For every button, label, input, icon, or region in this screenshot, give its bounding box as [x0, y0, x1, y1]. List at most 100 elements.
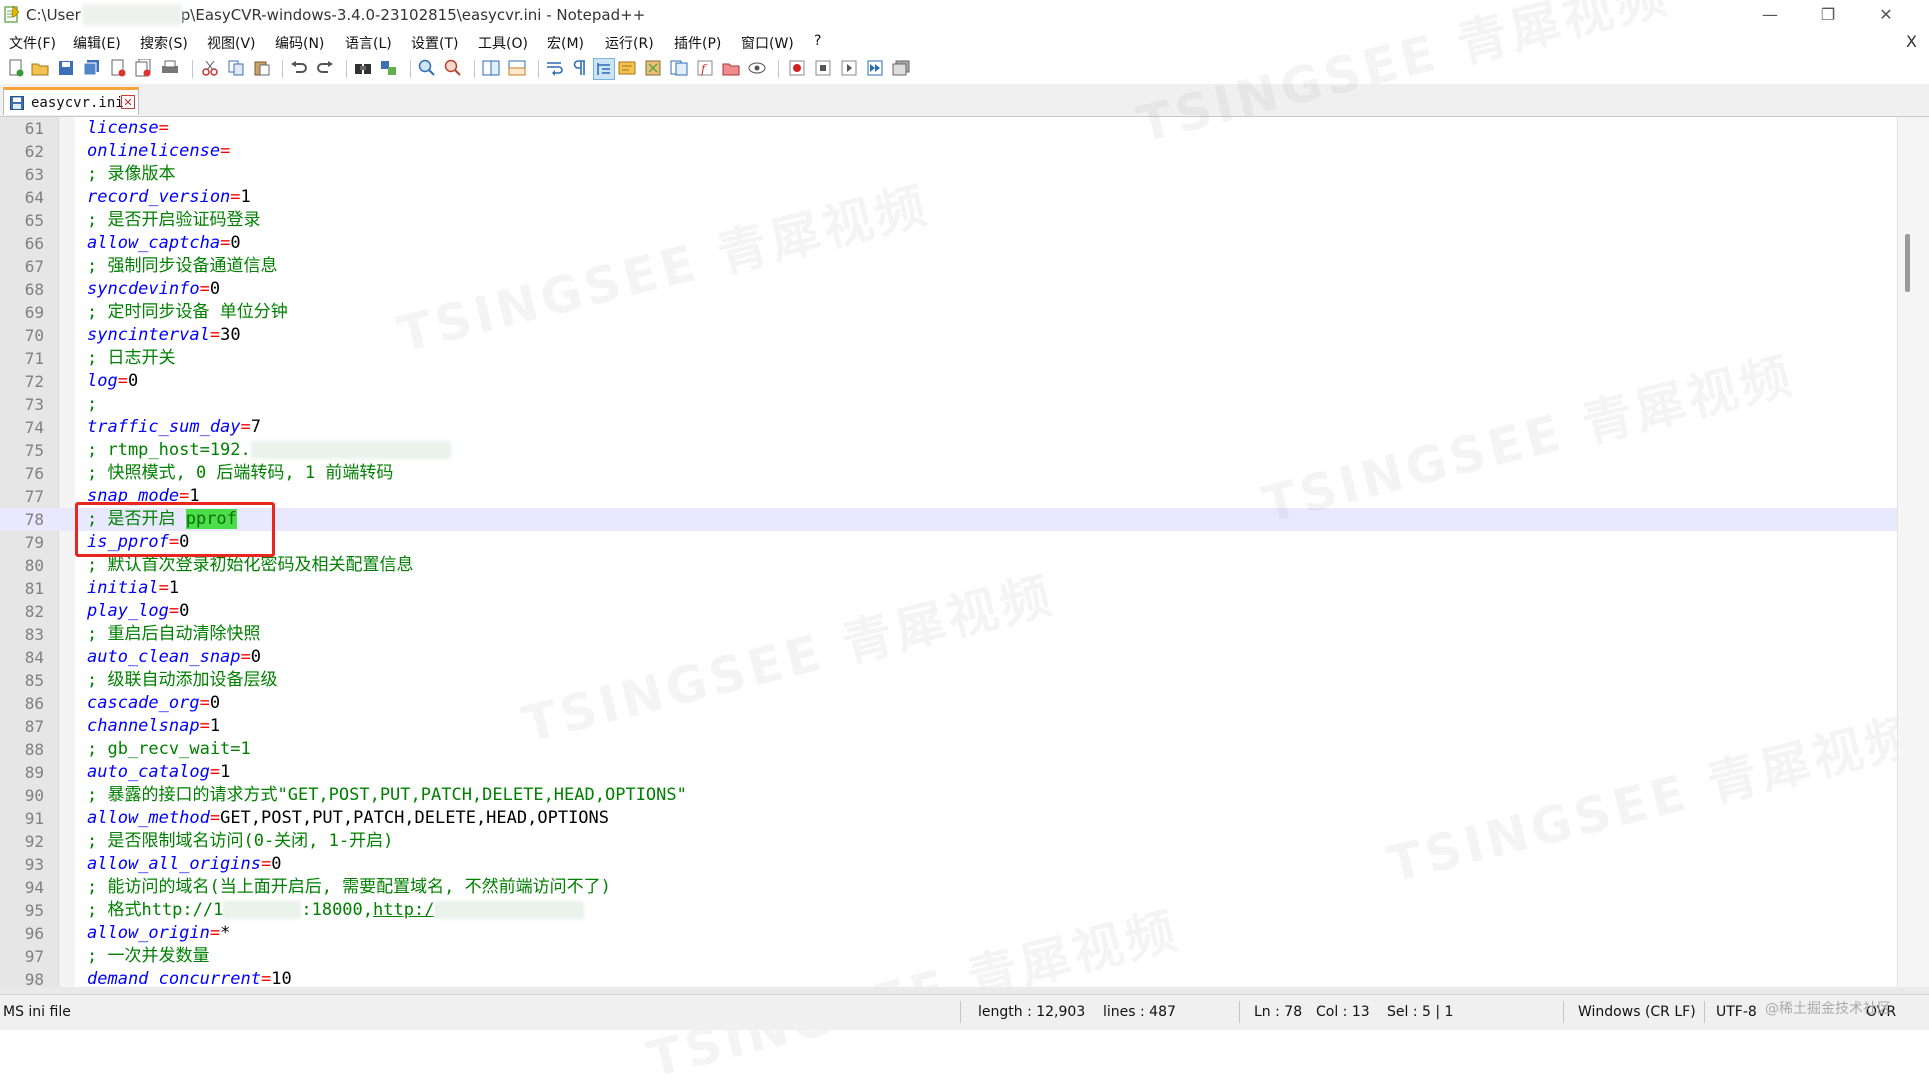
replace-icon[interactable]: [379, 58, 399, 78]
menu-language[interactable]: 语言(L): [345, 33, 392, 53]
code-line[interactable]: 62 onlinelicense=: [0, 140, 1897, 163]
vertical-scroll-thumb[interactable]: [1905, 234, 1910, 292]
menu-run[interactable]: 运行(R): [605, 33, 654, 53]
status-encoding[interactable]: UTF-8: [1716, 1004, 1757, 1020]
code-line[interactable]: 73;: [0, 393, 1897, 416]
line-number: 95: [24, 901, 44, 920]
close-file-icon[interactable]: [108, 58, 128, 78]
code-line[interactable]: 92 ; 是否限制域名访问(0-关闭, 1-开启): [0, 830, 1897, 853]
code-line[interactable]: 98 demand_concurrent=10: [0, 968, 1897, 987]
close-document-button[interactable]: X: [1906, 32, 1917, 51]
zoom-out-icon[interactable]: [443, 58, 463, 78]
status-eol[interactable]: Windows (CR LF): [1578, 1004, 1696, 1020]
minimize-button[interactable]: —: [1742, 2, 1798, 28]
close-all-icon[interactable]: [134, 58, 154, 78]
code-line[interactable]: 85 ; 级联自动添加设备层级: [0, 669, 1897, 692]
redo-icon[interactable]: [315, 58, 335, 78]
word-wrap-icon[interactable]: [545, 58, 565, 78]
monitoring-icon[interactable]: [747, 58, 767, 78]
folder-workspace-icon[interactable]: [721, 58, 741, 78]
code-line[interactable]: 78; 是否开启 pprof: [0, 508, 1897, 531]
function-list-icon[interactable]: f: [695, 58, 715, 78]
find-icon[interactable]: [353, 58, 373, 78]
undo-icon[interactable]: [289, 58, 309, 78]
menu-tools[interactable]: 工具(O): [478, 33, 528, 53]
sync-vertical-icon[interactable]: [481, 58, 501, 78]
code-line[interactable]: 91 allow_method=GET,POST,PUT,PATCH,DELETE…: [0, 807, 1897, 830]
code-line[interactable]: 71 ; 日志开关: [0, 347, 1897, 370]
vertical-scrollbar[interactable]: [1897, 117, 1929, 987]
close-window-button[interactable]: ✕: [1858, 2, 1914, 28]
menu-macro[interactable]: 宏(M): [547, 33, 584, 53]
code-line[interactable]: 68 syncdevinfo=0: [0, 278, 1897, 301]
code-line[interactable]: 79 is_pprof=0: [0, 531, 1897, 554]
restore-button[interactable]: ❐: [1800, 2, 1856, 28]
code-line[interactable]: 97 ; 一次并发数量: [0, 945, 1897, 968]
doc-list-icon[interactable]: [669, 58, 689, 78]
code-line[interactable]: 89 auto_catalog=1: [0, 761, 1897, 784]
line-content: log=0: [87, 370, 138, 393]
code-line[interactable]: 94 ; 能访问的域名(当上面开启后, 需要配置域名, 不然前端访问不了): [0, 876, 1897, 899]
tab-close-icon[interactable]: ✕: [121, 95, 135, 109]
menu-encoding[interactable]: 编码(N): [275, 33, 324, 53]
line-content: channelsnap=1: [87, 715, 220, 738]
menu-plugins[interactable]: 插件(P): [674, 33, 721, 53]
code-line[interactable]: 64 record_version=1: [0, 186, 1897, 209]
code-line[interactable]: 95 ; 格式http://1:18000,http:/: [0, 899, 1897, 922]
indent-guide-icon[interactable]: [593, 58, 615, 80]
zoom-in-icon[interactable]: [417, 58, 437, 78]
code-line[interactable]: 76 ; 快照模式, 0 后端转码, 1 前端转码: [0, 462, 1897, 485]
code-line[interactable]: 65 ; 是否开启验证码登录: [0, 209, 1897, 232]
code-line[interactable]: 93 allow_all_origins=0: [0, 853, 1897, 876]
code-line[interactable]: 83 ; 重启后自动清除快照: [0, 623, 1897, 646]
show-all-chars-icon[interactable]: [569, 58, 589, 78]
save-all-icon[interactable]: [82, 58, 102, 78]
code-line[interactable]: 69 ; 定时同步设备 单位分钟: [0, 301, 1897, 324]
cut-icon[interactable]: [200, 58, 220, 78]
code-line[interactable]: 87 channelsnap=1: [0, 715, 1897, 738]
menu-search[interactable]: 搜索(S): [140, 33, 188, 53]
code-line[interactable]: 96 allow_origin=*: [0, 922, 1897, 945]
save-icon[interactable]: [56, 58, 76, 78]
code-line[interactable]: 88 ; gb_recv_wait=1: [0, 738, 1897, 761]
code-line[interactable]: 72 log=0: [0, 370, 1897, 393]
copy-icon[interactable]: [226, 58, 246, 78]
menu-window[interactable]: 窗口(W): [741, 33, 794, 53]
doc-map-icon[interactable]: [643, 58, 663, 78]
code-lines[interactable]: 61 license= 62 onlinelicense= 63; 录像版本 64 reco…: [0, 117, 1897, 987]
menu-file[interactable]: 文件(F): [9, 33, 56, 53]
code-line[interactable]: 61 license=: [0, 117, 1897, 140]
menu-view[interactable]: 视图(V): [207, 33, 256, 53]
code-line[interactable]: 74 traffic_sum_day=7: [0, 416, 1897, 439]
record-macro-icon[interactable]: [787, 58, 807, 78]
tab-easycvr-ini[interactable]: easycvr.ini ✕: [3, 87, 139, 115]
user-language-icon[interactable]: [617, 58, 637, 78]
editor-area[interactable]: 61 license= 62 onlinelicense= 63; 录像版本 64 reco…: [0, 117, 1897, 987]
play-macro-icon[interactable]: [839, 58, 859, 78]
open-file-icon[interactable]: [30, 58, 50, 78]
menu-help[interactable]: ?: [814, 33, 821, 49]
save-macro-icon[interactable]: [891, 58, 911, 78]
code-line[interactable]: 86 cascade_org=0: [0, 692, 1897, 715]
code-line[interactable]: 63 ; 录像版本: [0, 163, 1897, 186]
stop-macro-icon[interactable]: [813, 58, 833, 78]
line-number: 61: [24, 119, 44, 138]
new-file-icon[interactable]: [6, 58, 26, 78]
horizontal-scrollbar[interactable]: [0, 987, 1929, 994]
code-line[interactable]: 84 auto_clean_snap=0: [0, 646, 1897, 669]
menu-settings[interactable]: 设置(T): [411, 33, 458, 53]
paste-icon[interactable]: [252, 58, 272, 78]
code-line[interactable]: 77 snap_mode=1: [0, 485, 1897, 508]
code-line[interactable]: 80 ; 默认首次登录初始化密码及相关配置信息: [0, 554, 1897, 577]
run-macro-multiple-icon[interactable]: [865, 58, 885, 78]
code-line[interactable]: 81 initial=1: [0, 577, 1897, 600]
code-line[interactable]: 82 play_log=0: [0, 600, 1897, 623]
code-line[interactable]: 75 ; rtmp_host=192.: [0, 439, 1897, 462]
code-line[interactable]: 66 allow_captcha=0: [0, 232, 1897, 255]
code-line[interactable]: 70 syncinterval=30: [0, 324, 1897, 347]
menu-edit[interactable]: 编辑(E): [73, 33, 121, 53]
code-line[interactable]: 90 ; 暴露的接口的请求方式"GET,POST,PUT,PATCH,DELETE…: [0, 784, 1897, 807]
code-line[interactable]: 67 ; 强制同步设备通道信息: [0, 255, 1897, 278]
print-icon[interactable]: [160, 58, 180, 78]
sync-horizontal-icon[interactable]: [507, 58, 527, 78]
